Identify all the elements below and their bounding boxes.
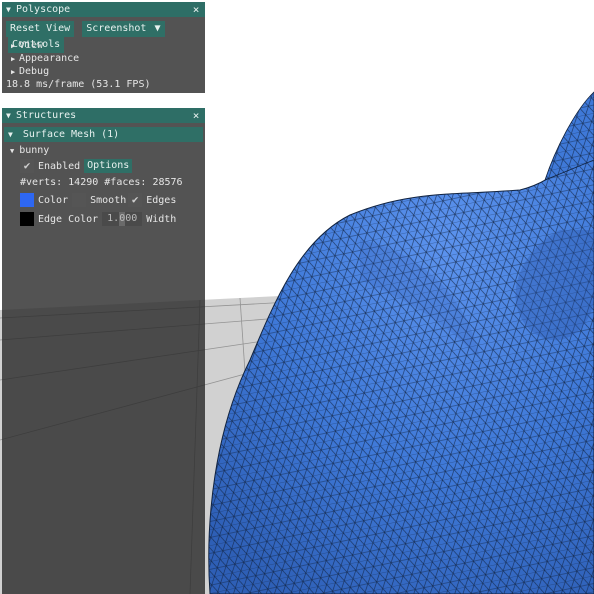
edge-color-label: Edge Color (38, 213, 99, 225)
width-value: 1.000 (107, 213, 138, 224)
appearance-row: Color Smooth ✔ Edges (2, 191, 205, 209)
frame-rate-status: 18.8 ms/frame (53.1 FPS) (6, 79, 151, 90)
toolbar: Reset View Screenshot ▼ Controls (2, 17, 205, 53)
collapse-triangle-icon[interactable]: ▼ (6, 111, 16, 120)
group-label: Surface Mesh (1) (22, 129, 120, 140)
options-button[interactable]: Options (84, 159, 133, 173)
mesh-name: bunny (19, 145, 50, 156)
screenshot-button[interactable]: Screenshot ▼ (82, 21, 165, 37)
edges-checkbox[interactable]: ✔ (128, 193, 143, 207)
collapse-triangle-icon[interactable]: ▼ (6, 5, 16, 14)
panel-title: Polyscope (16, 4, 71, 15)
menu-item-label: View (19, 40, 44, 51)
collapse-triangle-icon: ▼ (8, 130, 13, 139)
tree-node-bunny[interactable]: ▼ bunny (2, 144, 205, 157)
menu-item-debug[interactable]: ▶ Debug (2, 65, 205, 78)
reset-view-button[interactable]: Reset View (6, 21, 75, 37)
close-icon[interactable]: × (191, 3, 201, 16)
edges-label: Edges (146, 194, 177, 206)
edge-row: Edge Color 1.000 Width (2, 210, 205, 228)
smooth-label: Smooth (90, 194, 127, 206)
smooth-checkbox[interactable] (72, 193, 87, 207)
edge-color-swatch[interactable] (20, 212, 34, 226)
color-label: Color (38, 194, 69, 206)
polyscope-title-bar[interactable]: ▼ Polyscope × (2, 2, 205, 17)
dropdown-arrow-icon[interactable]: ▼ (155, 23, 161, 34)
polyscope-panel: ▼ Polyscope × Reset View Screenshot ▼ Co… (2, 2, 205, 93)
menu-item-label: Debug (19, 66, 50, 77)
mesh-color-swatch[interactable] (20, 193, 34, 207)
surface-mesh-group-header[interactable]: ▼ Surface Mesh (1) (4, 127, 203, 142)
structures-panel: ▼ Structures × ▼ Surface Mesh (1) ▼ bunny… (2, 108, 205, 594)
structures-title-bar[interactable]: ▼ Structures × (2, 108, 205, 123)
width-label: Width (146, 213, 177, 225)
edge-width-slider[interactable]: 1.000 (102, 212, 143, 226)
panel-title: Structures (16, 110, 77, 121)
screenshot-label: Screenshot (86, 23, 147, 34)
mesh-stats: #verts: 14290 #faces: 28576 (20, 177, 183, 188)
close-icon[interactable]: × (191, 109, 201, 122)
enabled-label: Enabled (38, 160, 81, 172)
collapse-triangle-icon: ▼ (10, 147, 15, 155)
menu-item-appearance[interactable]: ▶ Appearance (2, 52, 205, 65)
enabled-row: ✔ Enabled Options (2, 157, 205, 175)
enabled-checkbox[interactable]: ✔ (20, 159, 34, 173)
menu-item-view[interactable]: ▶ View (2, 39, 205, 52)
menu-item-label: Appearance (19, 53, 80, 64)
